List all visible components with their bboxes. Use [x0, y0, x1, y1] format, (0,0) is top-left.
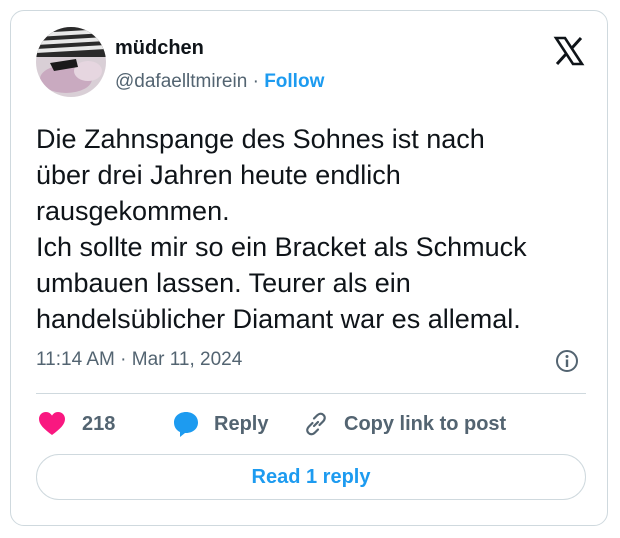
read-replies-label: Read 1 reply [251, 465, 371, 488]
divider [36, 393, 586, 394]
like-button[interactable]: 218 [38, 409, 115, 439]
author-handle[interactable]: @dafaelltmirein [115, 71, 247, 92]
post-text-line: rausgekommen. [36, 196, 230, 226]
reply-bubble-icon [172, 410, 200, 438]
copy-link-button[interactable]: Copy link to post [302, 409, 506, 439]
post-text-line: umbauen lassen. Teurer als ein [36, 268, 411, 298]
reply-label: Reply [214, 412, 269, 435]
post-text-line: Ich sollte mir so ein Bracket als Schmuc… [36, 232, 527, 262]
post-text: Die Zahnspange des Sohnes ist nach über … [36, 121, 596, 337]
handle-row: @dafaelltmirein · Follow [115, 71, 324, 93]
x-logo-icon[interactable] [553, 35, 585, 67]
link-icon [302, 410, 330, 438]
likes-count: 218 [82, 412, 116, 435]
post-card: müdchen @dafaelltmirein · Follow Die Zah… [10, 10, 608, 526]
action-bar: 218 Reply Copy link to post [36, 409, 596, 439]
read-replies-button[interactable]: Read 1 reply [36, 454, 586, 500]
copy-link-label: Copy link to post [344, 412, 507, 435]
post-text-line: Die Zahnspange des Sohnes ist nach [36, 124, 485, 154]
post-timestamp[interactable]: 11:14 AM · Mar 11, 2024 [36, 349, 242, 371]
info-icon[interactable] [555, 349, 579, 373]
post-text-line: handelsüblicher Diamant war es allemal. [36, 304, 521, 334]
heart-icon [38, 411, 66, 437]
handle-separator: · [247, 71, 265, 92]
reply-button[interactable]: Reply [172, 409, 268, 439]
author-name[interactable]: müdchen [115, 37, 204, 60]
avatar[interactable] [36, 27, 106, 97]
post-text-line: über drei Jahren heute endlich [36, 160, 401, 190]
follow-button[interactable]: Follow [264, 71, 324, 92]
